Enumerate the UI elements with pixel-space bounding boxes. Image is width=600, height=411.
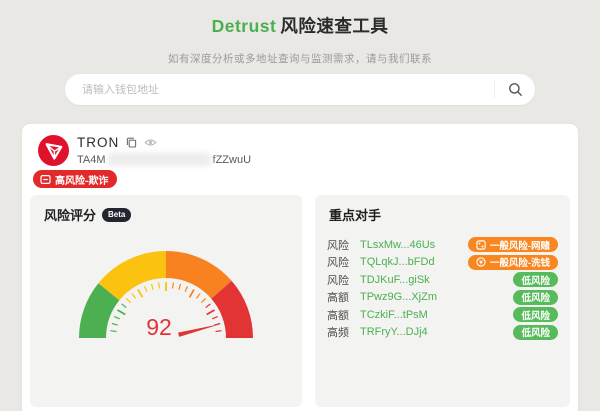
counterparty-row: 风险 TDJKuF...giSk 低风险 [327,271,558,289]
page-title: Detrust 风险速查工具 [0,0,600,38]
counterparty-risk-badge: 低风险 [513,324,558,340]
counterparty-row: 高频 TRFryY...DJj4 低风险 [327,324,558,342]
chain-name: TRON [77,135,120,150]
counterparty-type-label: 风险 [327,239,349,252]
alert-icon [40,174,51,185]
high-risk-badge-label: 高风险-欺诈 [55,175,109,187]
counterparty-type-label: 风险 [327,274,349,287]
page-subtitle: 如有深度分析或多地址查询与监测需求，请与我们联系 [168,53,432,65]
counterparty-row: 风险 TLsxMw...46Us 一般风险-网赌 [327,236,558,254]
brand-name: Detrust [211,16,277,36]
tron-logo [38,135,69,166]
search-icon [508,82,523,97]
counterparty-address-link[interactable]: TRFryY...DJj4 [360,326,428,338]
counterparty-type-label: 风险 [327,257,349,270]
eye-icon[interactable] [144,137,157,148]
counterparties-title: 重点对手 [329,208,382,223]
high-risk-badge: 高风险-欺诈 [33,170,118,188]
counterparty-row: 高额 TCzkiF...tPsM 低风险 [327,306,558,324]
wallet-search-bar [65,74,535,105]
wallet-address: TA4M fZZwuU [77,153,251,166]
search-input[interactable] [65,83,494,96]
counterparty-risk-badge: 一般风险-洗钱 [467,254,558,270]
beta-badge: Beta [102,207,132,222]
counterparty-address-link[interactable]: TDJKuF...giSk [360,274,430,286]
risk-score-panel: 风险评分 Beta 92 [30,195,302,407]
counterparty-address-link[interactable]: TQLqkJ...bFDd [360,256,435,268]
search-button[interactable] [495,74,535,105]
gauge-needle [178,323,222,337]
counterparty-address-link[interactable]: TPwz9G...XjZm [360,291,437,303]
gauge-score-value: 92 [146,314,172,340]
counterparty-list: 风险 TLsxMw...46Us 一般风险-网赌 风险 TQLqkJ...bFD… [327,236,558,341]
counterparty-row: 高额 TPwz9G...XjZm 低风险 [327,289,558,307]
copy-icon[interactable] [126,137,137,148]
counterparty-type-label: 高频 [327,327,349,340]
address-redacted-blur [107,153,211,166]
counterparty-type-label: 高额 [327,292,349,305]
risk-score-title: 风险评分 [44,208,97,223]
risk-score-gauge: 92 [42,228,290,352]
page-title-text: 风险速查工具 [280,16,389,36]
counterparty-type-label: 高额 [327,309,349,322]
counterparty-risk-badge: 低风险 [513,307,558,323]
counterparty-risk-badge: 一般风险-网赌 [467,237,558,253]
counterparty-risk-badge: 低风险 [513,289,558,305]
result-card: TRON TA4M fZZwuU 高风险-欺诈 风险评分 Beta 92 重点对… [22,124,578,411]
address-suffix: fZZwuU [212,153,252,166]
counterparties-panel: 重点对手 风险 TLsxMw...46Us 一般风险-网赌 风险 TQLqkJ.… [315,195,570,407]
address-prefix: TA4M [77,153,106,166]
dice-icon [476,240,486,250]
counterparty-row: 风险 TQLqkJ...bFDd 一般风险-洗钱 [327,254,558,272]
counterparty-address-link[interactable]: TLsxMw...46Us [360,239,435,251]
counterparty-risk-badge: 低风险 [513,272,558,288]
coin-icon [476,257,486,267]
account-header: TRON TA4M fZZwuU [38,135,570,166]
counterparty-address-link[interactable]: TCzkiF...tPsM [360,309,428,321]
